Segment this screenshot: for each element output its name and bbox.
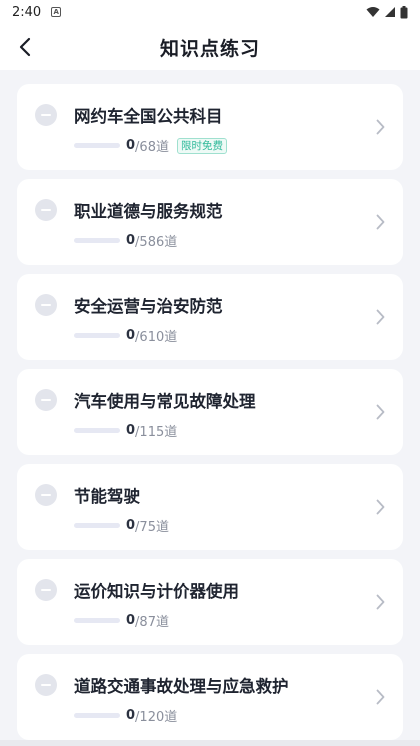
progress-bar <box>74 713 120 718</box>
total-count: /115道 <box>135 425 178 440</box>
free-badge: 限时免费 <box>176 137 227 154</box>
battery-icon <box>400 5 408 18</box>
done-count: 0 <box>126 138 136 153</box>
total-count: /610道 <box>135 330 178 345</box>
done-count: 0 <box>126 708 136 723</box>
chevron-right-icon <box>373 496 387 518</box>
progress-row: 0 /115道 <box>74 421 177 440</box>
progress-bar <box>74 143 120 148</box>
topic-title: 网约车全国公共科目 <box>74 107 223 126</box>
chevron-right-icon <box>373 591 387 613</box>
progress-row: 0 /87道 <box>74 611 169 630</box>
done-count: 0 <box>126 423 136 438</box>
header: 知识点练习 <box>0 24 420 70</box>
status-time: 2:40 <box>12 4 42 20</box>
status-bar: 2:40 A <box>0 0 420 24</box>
total-count: /586道 <box>135 235 178 250</box>
chevron-right-icon <box>373 401 387 423</box>
minus-circle-icon <box>35 294 57 316</box>
topic-title: 运价知识与计价器使用 <box>74 582 239 601</box>
done-count: 0 <box>126 328 136 343</box>
page-title: 知识点练习 <box>159 37 260 60</box>
progress-row: 0 /586道 <box>74 231 177 250</box>
total-count: /87道 <box>135 615 169 630</box>
topic-list: 网约车全国公共科目 0 /68道 限时免费 职业道德与服务规范 0 /586道 … <box>0 70 420 740</box>
progress-bar <box>74 618 120 623</box>
topic-card[interactable]: 运价知识与计价器使用 0 /87道 <box>17 559 403 645</box>
chevron-right-icon <box>373 306 387 328</box>
status-right <box>366 5 408 19</box>
topic-card[interactable]: 职业道德与服务规范 0 /586道 <box>17 179 403 265</box>
total-count: /68道 <box>135 140 169 155</box>
minus-circle-icon <box>35 199 57 221</box>
progress-bar <box>74 238 120 243</box>
done-count: 0 <box>126 613 136 628</box>
topic-card[interactable]: 网约车全国公共科目 0 /68道 限时免费 <box>17 84 403 170</box>
chevron-right-icon <box>373 686 387 708</box>
topic-card[interactable]: 汽车使用与常见故障处理 0 /115道 <box>17 369 403 455</box>
signal-icon <box>385 7 395 17</box>
done-count: 0 <box>126 233 136 248</box>
progress-row: 0 /68道 限时免费 <box>74 136 227 155</box>
total-count: /75道 <box>135 520 169 535</box>
progress-row: 0 /610道 <box>74 326 177 345</box>
notification-icon: A <box>51 7 62 17</box>
minus-circle-icon <box>35 579 57 601</box>
progress-row: 0 /120道 <box>74 706 177 725</box>
progress-bar <box>74 428 120 433</box>
chevron-right-icon <box>373 211 387 233</box>
topic-card[interactable]: 节能驾驶 0 /75道 <box>17 464 403 550</box>
progress-bar <box>74 333 120 338</box>
bottom-edge <box>0 740 420 746</box>
back-arrow-icon <box>19 37 31 57</box>
topic-title: 职业道德与服务规范 <box>74 202 223 221</box>
done-count: 0 <box>126 518 136 533</box>
topic-card[interactable]: 道路交通事故处理与应急救护 0 /120道 <box>17 654 403 740</box>
minus-circle-icon <box>35 389 57 411</box>
status-left: 2:40 A <box>12 4 62 20</box>
topic-title: 道路交通事故处理与应急救护 <box>74 677 289 696</box>
minus-circle-icon <box>35 484 57 506</box>
topic-title: 安全运营与治安防范 <box>74 297 223 316</box>
topic-title: 节能驾驶 <box>74 487 140 506</box>
chevron-right-icon <box>373 116 387 138</box>
total-count: /120道 <box>135 710 178 725</box>
back-button[interactable] <box>10 32 40 62</box>
progress-row: 0 /75道 <box>74 516 169 535</box>
minus-circle-icon <box>35 104 57 126</box>
progress-bar <box>74 523 120 528</box>
topic-card[interactable]: 安全运营与治安防范 0 /610道 <box>17 274 403 360</box>
wifi-icon <box>366 7 380 17</box>
minus-circle-icon <box>35 674 57 696</box>
topic-title: 汽车使用与常见故障处理 <box>74 392 256 411</box>
